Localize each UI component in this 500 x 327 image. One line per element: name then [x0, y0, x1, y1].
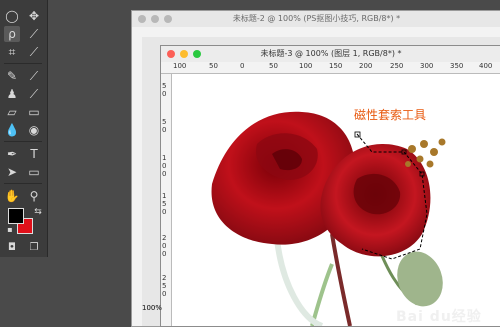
front-zoom-level: 100%	[142, 304, 163, 312]
ruler-tick-label: 250	[390, 62, 404, 70]
move-tool-icon[interactable]: ✥	[26, 8, 42, 24]
eraser-tool-icon[interactable]: ▱	[4, 104, 20, 120]
pen-tool-icon[interactable]: ✒	[4, 146, 20, 162]
magnetic-lasso-tool-icon[interactable]: ρ	[4, 26, 20, 42]
window-front-title: 未标题-3 @ 100% (图层 1, RGB/8*) *	[260, 49, 402, 58]
ruler-tick-label: 100	[299, 62, 313, 70]
ruler-tick-label: 0	[162, 90, 167, 98]
back-ruler-vertical	[132, 37, 142, 326]
ruler-tick-label: 150	[329, 62, 343, 70]
type-tool-icon[interactable]: T	[26, 146, 42, 162]
quick-selection-tool-icon[interactable]: ⟋	[26, 26, 42, 42]
ruler-tick-label: 2	[162, 234, 167, 242]
ruler-horizontal: 100 50 0 50 100 150 200 250 300 350 400	[161, 62, 500, 74]
healing-brush-tool-icon[interactable]: ✎	[4, 68, 20, 84]
ruler-tick-label: 5	[162, 118, 167, 126]
marquee-tool-icon[interactable]: ◯	[4, 8, 20, 24]
window-back-title: 未标题-2 @ 100% (PS抠图小技巧, RGB/8*) *	[232, 14, 401, 23]
ruler-tick-label: 0	[162, 250, 167, 258]
ruler-tick-label: 400	[479, 62, 493, 70]
ruler-tick-label: 50	[269, 62, 278, 70]
ruler-tick-label: 300	[420, 62, 434, 70]
tools-panel: ◯ ✥ ρ ⟋ ⌗ ⟋ ✎ ⟋ ♟ ⟋ ▱ ▭ 💧 ◉ ✒ T ➤ ▭ ✋ ⚲ …	[0, 0, 48, 257]
ruler-tick-label: 1	[162, 192, 167, 200]
ruler-tick-label: 0	[162, 126, 167, 134]
back-ruler	[132, 27, 500, 37]
ruler-tick-label: 50	[209, 62, 218, 70]
rose-image	[211, 111, 446, 326]
clone-stamp-tool-icon[interactable]: ♟	[4, 86, 20, 102]
ruler-tick-label: 5	[162, 282, 167, 290]
ruler-tick-label: 0	[162, 170, 167, 178]
ruler-tick-label: 0	[162, 242, 167, 250]
ruler-tick-label: 0	[162, 208, 167, 216]
hand-tool-icon[interactable]: ✋	[4, 188, 20, 204]
dodge-tool-icon[interactable]: ◉	[26, 122, 42, 138]
default-colors-icon[interactable]: ▪	[2, 222, 18, 238]
ruler-tick-label: 0	[162, 290, 167, 298]
ruler-tick-label: 100	[173, 62, 187, 70]
ruler-tick-label: 0	[240, 62, 245, 70]
ruler-tick-label: 1	[162, 154, 167, 162]
foreground-color-swatch[interactable]	[8, 208, 24, 224]
ruler-tick-label: 350	[450, 62, 464, 70]
annotation-label: 磁性套索工具	[354, 108, 427, 122]
gradient-tool-icon[interactable]: ▭	[26, 104, 42, 120]
brush-tool-icon[interactable]: ⟋	[26, 68, 42, 84]
history-brush-tool-icon[interactable]: ⟋	[26, 86, 42, 102]
zoom-tool-icon[interactable]: ⚲	[26, 188, 42, 204]
ruler-tick-label: 0	[162, 162, 167, 170]
ruler-tick-label: 200	[359, 62, 373, 70]
path-selection-tool-icon[interactable]: ➤	[4, 164, 20, 180]
ruler-tick-label: 2	[162, 274, 167, 282]
eyedropper-tool-icon[interactable]: ⟋	[26, 44, 42, 60]
ruler-tick-label: 5	[162, 82, 167, 90]
ruler-vertical: 5 0 5 0 1 0 0 1 5 0 2 0 0 2 5 0	[161, 74, 172, 326]
blur-tool-icon[interactable]: 💧	[4, 122, 20, 138]
quick-mask-icon[interactable]: ◘	[4, 240, 20, 256]
image-canvas[interactable]: 磁性套索工具 Bai du经验	[172, 74, 500, 326]
screen-mode-icon[interactable]: ❐	[26, 240, 42, 256]
rectangle-tool-icon[interactable]: ▭	[26, 164, 42, 180]
document-window-front[interactable]: 未标题-3 @ 100% (图层 1, RGB/8*) * 100 50 0 5…	[142, 45, 500, 327]
watermark: Bai du经验	[396, 309, 482, 325]
crop-tool-icon[interactable]: ⌗	[4, 44, 20, 60]
ruler-tick-label: 5	[162, 200, 167, 208]
